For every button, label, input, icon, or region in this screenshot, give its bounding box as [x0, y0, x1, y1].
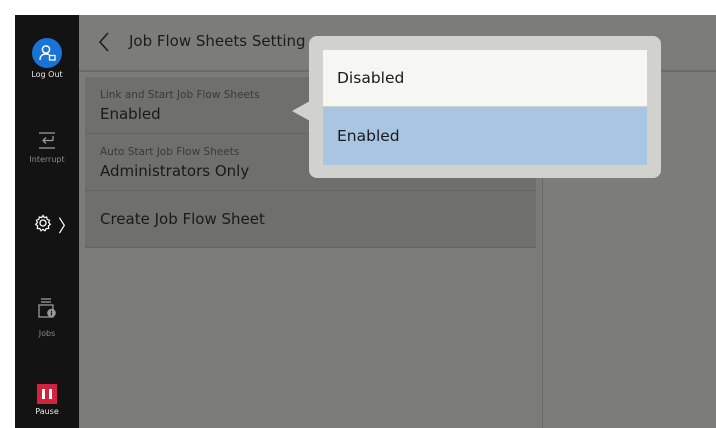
jobs-button[interactable]: Jobs [15, 297, 79, 339]
screen: Log Out Interrupt 〉 Jobs Pause Job Flow … [15, 15, 716, 428]
setting-value: Enabled [100, 105, 161, 123]
interrupt-button[interactable]: Interrupt [15, 131, 79, 165]
gear-icon [34, 214, 52, 232]
pause-icon [37, 384, 57, 404]
jobs-label: Jobs [38, 329, 56, 338]
sidebar: Log Out Interrupt 〉 Jobs Pause [15, 15, 79, 428]
interrupt-icon [39, 132, 55, 149]
logout-icon [32, 38, 62, 68]
settings-button[interactable]: 〉 [15, 211, 79, 237]
pause-button[interactable]: Pause [15, 384, 79, 417]
option-disabled[interactable]: Disabled [323, 50, 647, 106]
setting-value: Administrators Only [100, 162, 250, 180]
jobs-icon [38, 298, 56, 318]
setting-label: Link and Start Job Flow Sheets [100, 89, 260, 101]
back-icon[interactable] [93, 29, 115, 55]
logout-button[interactable]: Log Out [15, 38, 79, 80]
chevron-right-icon: 〉 [58, 217, 75, 237]
setting-label: Auto Start Job Flow Sheets [100, 146, 240, 158]
pause-label: Pause [35, 407, 59, 416]
popup-pointer [292, 101, 310, 121]
option-enabled[interactable]: Enabled [323, 107, 647, 165]
logout-label: Log Out [31, 70, 63, 79]
dropdown-popup: Disabled Enabled [309, 36, 661, 178]
create-job-flow-sheet-button[interactable]: Create Job Flow Sheet [85, 191, 536, 248]
create-label: Create Job Flow Sheet [100, 210, 265, 228]
interrupt-label: Interrupt [29, 155, 65, 164]
page-title: Job Flow Sheets Setting [129, 32, 306, 50]
